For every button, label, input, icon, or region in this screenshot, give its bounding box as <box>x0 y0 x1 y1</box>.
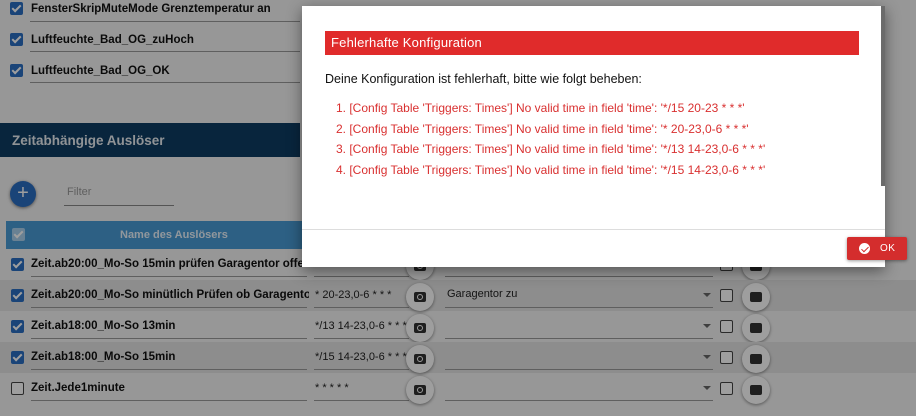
dialog-title: Fehlerhafte Konfiguration <box>325 31 859 55</box>
ok-button[interactable]: OK <box>847 237 907 260</box>
error-item: 3. [Config Table 'Triggers: Times'] No v… <box>336 142 766 156</box>
check-circle-icon <box>859 243 870 254</box>
error-item: 2. [Config Table 'Triggers: Times'] No v… <box>336 121 749 136</box>
error-list: 1. [Config Table 'Triggers: Times'] No v… <box>336 98 765 180</box>
error-item: 1. [Config Table 'Triggers: Times'] No v… <box>336 101 745 115</box>
dialog-intro: Deine Konfiguration ist fehlerhaft, bitt… <box>325 72 642 86</box>
dialog-scrollbar[interactable] <box>881 6 885 186</box>
dialog-divider <box>302 229 885 230</box>
error-item: 4. [Config Table 'Triggers: Times'] No v… <box>336 162 766 177</box>
ok-button-label: OK <box>880 243 896 254</box>
error-dialog: Fehlerhafte Konfiguration Deine Konfigur… <box>302 6 907 267</box>
